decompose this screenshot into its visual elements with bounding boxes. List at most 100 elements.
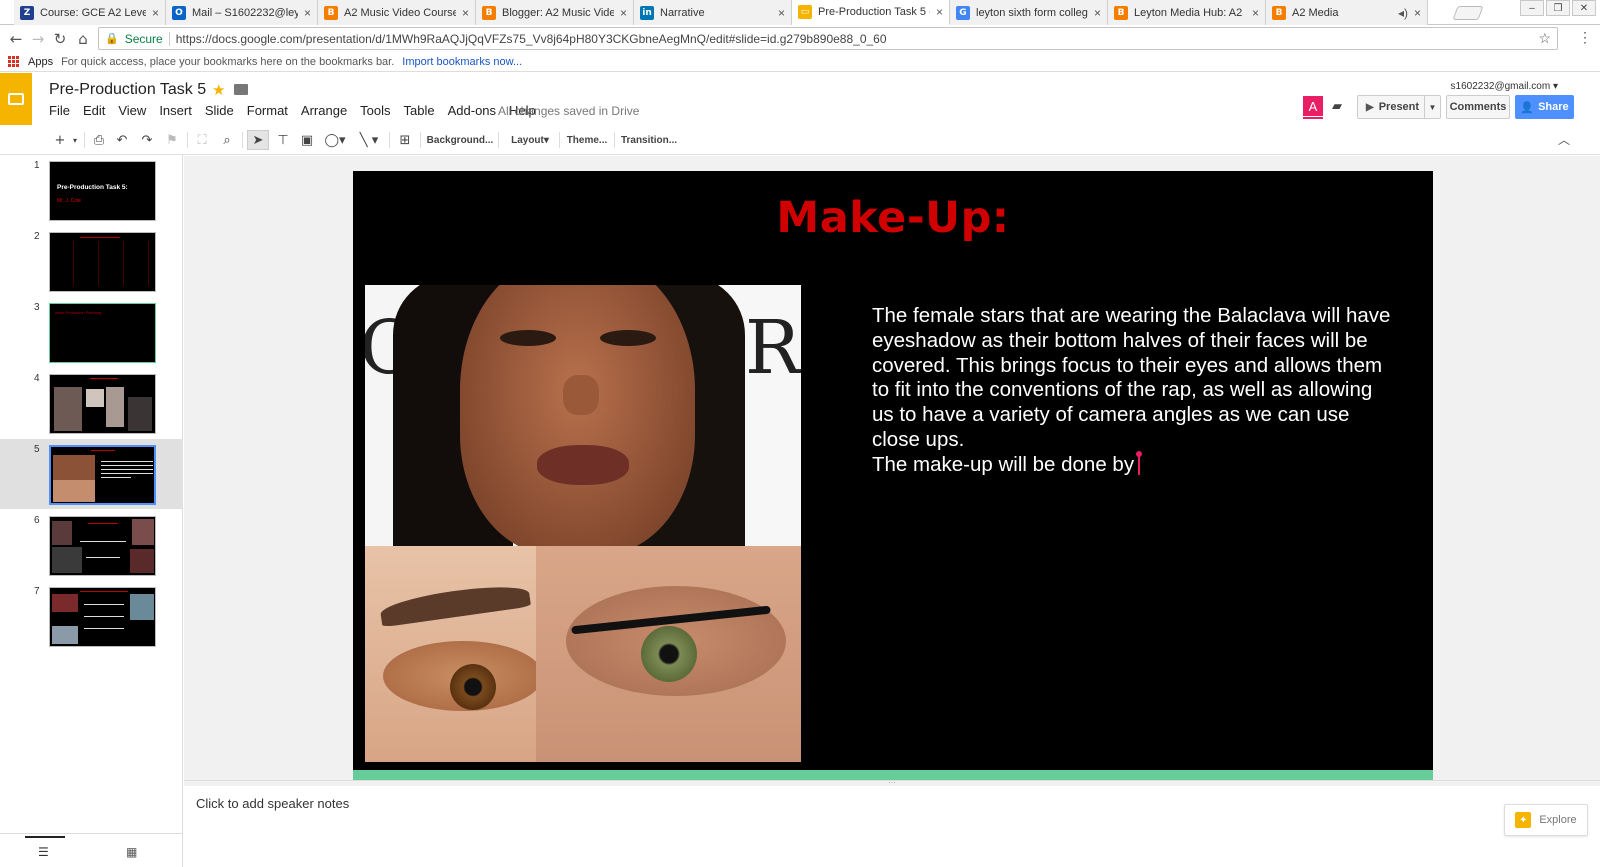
- slide-thumbnail-1[interactable]: 1 Pre-Production Task 5: Mr. J. Cole: [0, 155, 183, 225]
- paint-format-icon[interactable]: ⚑: [163, 130, 181, 150]
- redo-icon[interactable]: ↷: [138, 130, 156, 150]
- tab-close-icon[interactable]: ×: [152, 6, 159, 20]
- slide-thumbnail-4[interactable]: 4: [0, 368, 183, 438]
- apps-icon[interactable]: [8, 55, 20, 68]
- line-icon[interactable]: ╲ ▾: [354, 130, 384, 150]
- forward-icon[interactable]: →: [28, 29, 48, 49]
- import-bookmarks-link[interactable]: Import bookmarks now...: [402, 56, 522, 68]
- close-window-icon[interactable]: ✕: [1572, 0, 1596, 16]
- browser-tab[interactable]: B A2 Music Video Coursew ×: [318, 0, 476, 25]
- filmstrip-view-icon[interactable]: ☰: [25, 836, 65, 859]
- browser-tab[interactable]: in Narrative ×: [634, 0, 792, 25]
- url-bar[interactable]: 🔒 Secure https://docs.google.com/present…: [98, 27, 1558, 50]
- thumbnail-text-line: [80, 237, 120, 238]
- slide-thumbnail-5[interactable]: 5: [0, 439, 183, 509]
- comment-add-icon[interactable]: ⊞: [396, 130, 414, 150]
- bookmark-star-icon[interactable]: ☆: [1538, 30, 1551, 47]
- shape-icon[interactable]: ◯▾: [322, 130, 348, 150]
- reload-icon[interactable]: ↻: [50, 29, 70, 49]
- layout-button[interactable]: Layout ▾: [506, 130, 554, 150]
- menu-arrange[interactable]: Arrange: [301, 103, 354, 118]
- collaborator-avatar[interactable]: A: [1303, 96, 1323, 119]
- browser-menu-icon[interactable]: ⋮: [1578, 29, 1592, 46]
- current-slide[interactable]: Make-Up: O R The female stars that are w…: [353, 171, 1433, 780]
- tab-close-icon[interactable]: ×: [462, 6, 469, 20]
- select-icon[interactable]: ➤: [247, 130, 269, 150]
- tab-close-icon[interactable]: ×: [1094, 6, 1101, 20]
- background-button[interactable]: Background...: [427, 130, 494, 150]
- browser-tab[interactable]: G leyton sixth form college ×: [950, 0, 1108, 25]
- menu-file[interactable]: File: [49, 103, 77, 118]
- browser-tab[interactable]: O Mail – S1602232@leyton ×: [166, 0, 318, 25]
- menu-edit[interactable]: Edit: [83, 103, 112, 118]
- explore-button[interactable]: ✦ Explore: [1504, 804, 1588, 836]
- document-title[interactable]: Pre-Production Task 5: [49, 81, 206, 99]
- body-line-last: The make-up will be done by: [872, 450, 1407, 478]
- browser-tab[interactable]: B Blogger: A2 Music Video ×: [476, 0, 634, 25]
- comments-button[interactable]: Comments: [1446, 95, 1510, 119]
- slide-thumbnail-7[interactable]: 7: [0, 581, 183, 651]
- slides-logo-icon[interactable]: [0, 73, 32, 125]
- menu-table[interactable]: Table: [404, 103, 442, 118]
- browser-tab[interactable]: B A2 Media ◂) ×: [1266, 0, 1428, 25]
- slide-body-textbox[interactable]: The female stars that are wearing the Ba…: [872, 304, 1407, 478]
- back-icon[interactable]: ←: [6, 29, 26, 49]
- share-button[interactable]: 👤 Share: [1515, 95, 1574, 119]
- present-button[interactable]: ▶ Present ▼: [1357, 95, 1441, 119]
- speaker-notes-placeholder[interactable]: Click to add speaker notes: [196, 796, 349, 811]
- new-tab-button[interactable]: [1452, 6, 1484, 20]
- new-slide-dropdown-icon[interactable]: ▾: [70, 130, 80, 150]
- thumbnail-photo: [52, 521, 72, 545]
- browser-tab[interactable]: B Leyton Media Hub: A2 M ×: [1108, 0, 1266, 25]
- zoom-icon[interactable]: ⌕: [218, 130, 236, 150]
- menu-slide[interactable]: Slide: [205, 103, 241, 118]
- eyeshadow-closeup-image[interactable]: [365, 546, 536, 762]
- present-dropdown-icon[interactable]: ▼: [1424, 96, 1440, 118]
- collapse-toolbar-icon[interactable]: ︿: [1558, 131, 1570, 148]
- audio-playing-icon[interactable]: ◂): [1398, 6, 1408, 20]
- menu-add-ons[interactable]: Add-ons: [448, 103, 503, 118]
- tab-close-icon[interactable]: ×: [1252, 6, 1259, 20]
- maximize-icon[interactable]: ❐: [1546, 0, 1570, 16]
- slide-thumbnail-6[interactable]: 6: [0, 510, 183, 580]
- theme-button[interactable]: Theme...: [565, 130, 609, 150]
- chat-icon[interactable]: ▰: [1327, 96, 1347, 116]
- minimize-icon[interactable]: –: [1520, 0, 1544, 16]
- home-icon[interactable]: ⌂: [73, 29, 93, 49]
- toolbar-divider: [498, 132, 499, 148]
- menu-insert[interactable]: Insert: [159, 103, 199, 118]
- save-status[interactable]: All changes saved in Drive: [498, 104, 639, 118]
- url-text[interactable]: https://docs.google.com/presentation/d/1…: [176, 32, 887, 46]
- slide-number: 6: [34, 515, 40, 526]
- folder-icon[interactable]: [234, 84, 248, 95]
- apps-link[interactable]: Apps: [28, 56, 53, 68]
- menu-format[interactable]: Format: [247, 103, 295, 118]
- image-icon[interactable]: ▣: [298, 130, 316, 150]
- tab-close-icon[interactable]: ×: [778, 6, 785, 20]
- menu-tools[interactable]: Tools: [360, 103, 397, 118]
- iris-shape: [641, 626, 697, 682]
- browser-tab-active[interactable]: ▭ Pre-Production Task 5 - ×: [792, 0, 950, 25]
- slide-thumbnail-3[interactable]: 3 Initial Production Planning: [0, 297, 183, 367]
- account-email[interactable]: s1602232@gmail.com ▾: [1451, 81, 1558, 92]
- tab-close-icon[interactable]: ×: [620, 6, 627, 20]
- tab-close-icon[interactable]: ×: [1414, 6, 1421, 20]
- tab-close-icon[interactable]: ×: [304, 6, 311, 20]
- menu-view[interactable]: View: [118, 103, 153, 118]
- slide-thumbnail-2[interactable]: 2: [0, 226, 183, 296]
- star-icon[interactable]: ★: [212, 81, 225, 99]
- undo-icon[interactable]: ↶: [113, 130, 131, 150]
- print-icon[interactable]: ⎙: [90, 130, 108, 150]
- eyeliner-closeup-image[interactable]: [536, 546, 801, 762]
- linkedin-favicon-icon: in: [640, 5, 654, 20]
- tab-close-icon[interactable]: ×: [936, 5, 943, 19]
- speaker-notes-panel[interactable]: Click to add speaker notes ✦ Explore: [184, 786, 1600, 867]
- zoom-fit-icon[interactable]: ⛶: [193, 130, 211, 150]
- new-slide-icon[interactable]: +: [52, 130, 68, 150]
- browser-tab[interactable]: Z Course: GCE A2 Level M ×: [14, 0, 166, 25]
- transition-button[interactable]: Transition...: [619, 130, 679, 150]
- textbox-icon[interactable]: ⊤: [274, 130, 292, 150]
- slide-title[interactable]: Make-Up:: [353, 193, 1433, 243]
- grid-view-icon[interactable]: ▦: [126, 845, 137, 859]
- model-portrait-image[interactable]: O R: [365, 285, 801, 546]
